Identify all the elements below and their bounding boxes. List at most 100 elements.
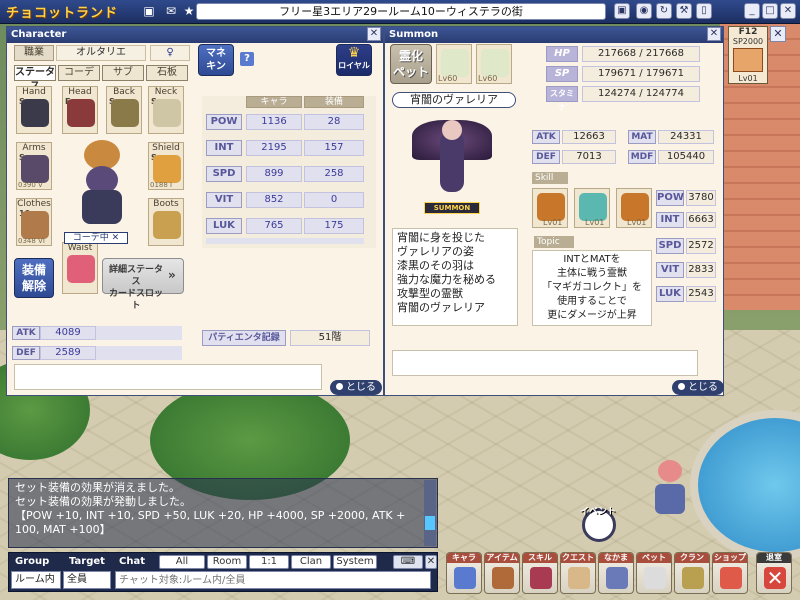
app-logo: チョコットランド (6, 6, 119, 21)
help-icon[interactable]: ✉ (164, 4, 178, 18)
location-title: フリー星3エリア29ールーム10ーウィステラの街 (196, 3, 606, 20)
chat-label: Chat (119, 556, 145, 567)
spirit-pet-button[interactable]: 霊化 ペット (390, 44, 432, 84)
skill-slot-2[interactable]: Lv01 (574, 188, 610, 228)
target-label: Target (69, 556, 105, 567)
character-avatar (72, 140, 132, 226)
close-icon[interactable]: ✕ (112, 233, 120, 243)
tab-status[interactable]: ステータス (14, 65, 56, 92)
chat-line: 【POW +10, INT +10, SPD +50, LUK +20, HP … (15, 509, 406, 522)
menu-pet-label: ペット (637, 553, 671, 563)
chat-input[interactable] (115, 571, 431, 589)
help-icon[interactable]: ? (240, 52, 254, 66)
window-icon[interactable]: ▣ (614, 3, 630, 19)
summon-stat-value-int: 6663 (686, 212, 716, 228)
summon-stat-label-pow: POW (656, 190, 684, 206)
character-message-box (14, 364, 322, 390)
summon-close-button[interactable]: とじる (672, 380, 724, 395)
summon-stat-label-spd: SPD (656, 238, 684, 254)
job-label: 職業 (14, 45, 54, 61)
maximize-icon[interactable]: □ (762, 3, 778, 19)
character-close-icon[interactable]: ✕ (367, 27, 381, 41)
stat-value-pow: 1136 (246, 114, 302, 130)
stamina-value: 124274 / 124774 (582, 86, 700, 102)
menu-character-button[interactable]: キャラ (446, 552, 482, 594)
menu-pet-button[interactable]: ペット (636, 552, 672, 594)
character-close-button[interactable]: とじる (330, 380, 382, 395)
mannequin-button[interactable]: マネ キン (198, 44, 234, 76)
slot-arms[interactable]: Arms S 0390 V (16, 142, 52, 190)
summon-mdf-value: 105440 (658, 150, 714, 164)
stat-equip-pow: 28 (304, 114, 364, 130)
tab-coordinate[interactable]: コーデ (58, 65, 100, 81)
chat-tab-all[interactable]: All (159, 555, 205, 569)
chat-tab-clan[interactable]: Clan (291, 555, 331, 569)
wrench-icon[interactable]: ⚒ (676, 3, 692, 19)
slot-neck[interactable]: Neck S (148, 86, 184, 134)
f12-shortcut-panel[interactable]: F12 SP2000 Lv01 (728, 26, 768, 84)
chat-tab-private[interactable]: 1:1 (249, 555, 289, 569)
slot-hand-label: Hand (22, 87, 46, 97)
crown-icon: ♛ (347, 45, 361, 61)
minimize-icon[interactable]: _ (744, 3, 760, 19)
exit-room-button[interactable]: 退室 ✕ (756, 552, 792, 594)
slot-clothes[interactable]: Clothes 10 0348 VI (16, 198, 52, 246)
summon-stat-value-vit: 2833 (686, 262, 716, 278)
slot-head[interactable]: Head E+ (62, 86, 98, 134)
menu-clan-label: クラン (675, 553, 709, 563)
summon-slot-1[interactable]: Lv60 (436, 44, 472, 84)
close-icon[interactable]: ✕ (780, 3, 796, 19)
royal-button[interactable]: ♛ ロイヤル (336, 44, 372, 76)
atk-value: 4089 (40, 326, 96, 340)
summon-slot-2-level: Lv60 (478, 74, 498, 83)
camera-icon[interactable]: ◉ (636, 3, 652, 19)
chat-close-icon[interactable]: ✕ (425, 555, 437, 569)
weapon-icon (21, 155, 49, 183)
stat-label-pow: POW (206, 114, 242, 130)
slot-back[interactable]: Back S (106, 86, 142, 134)
summon-close-icon[interactable]: ✕ (707, 27, 721, 41)
slot-boots[interactable]: Boots (148, 198, 184, 246)
slot-hand[interactable]: Hand S (16, 86, 52, 134)
star-icon[interactable]: ★ (182, 4, 196, 18)
party-record-label: パティエンタ記録 (202, 330, 286, 346)
stat-value-vit: 852 (246, 192, 302, 208)
summon-slot-1-level: Lv60 (438, 74, 458, 83)
f12-close-button[interactable]: ✕ (770, 26, 786, 42)
summon-slot-2[interactable]: Lv60 (476, 44, 512, 84)
armor-icon (21, 211, 49, 239)
refresh-icon[interactable]: ↻ (656, 3, 672, 19)
menu-item-button[interactable]: アイテム (484, 552, 520, 594)
chat-scrollbar[interactable] (424, 480, 436, 546)
chat-tab-room[interactable]: Room (207, 555, 247, 569)
menu-friends-button[interactable]: なかま (598, 552, 634, 594)
player-character-sprite[interactable] (650, 460, 690, 520)
menu-skill-button[interactable]: スキル (522, 552, 558, 594)
slot-waist[interactable]: Waist (62, 242, 98, 294)
menu-shop-button[interactable]: ショップ (712, 552, 748, 594)
menu-item-label: アイテム (485, 553, 519, 563)
group-select[interactable]: ルーム内 (11, 571, 61, 589)
menu-clan-button[interactable]: クラン (674, 552, 710, 594)
tab-tablet[interactable]: 石板 (146, 65, 188, 81)
summon-atk-label: ATK (532, 130, 560, 144)
description-line: ヴァレリアの姿 (397, 245, 474, 258)
keyboard-icon[interactable]: ⌨ (393, 555, 423, 569)
phone-icon[interactable]: ▯ (696, 3, 712, 19)
gauntlet-icon (21, 99, 49, 127)
slot-head-label: Head (68, 87, 92, 97)
stat-label-luk: LUK (206, 218, 242, 234)
menu-quest-button[interactable]: クエスト (560, 552, 596, 594)
unequip-button[interactable]: 装備 解除 (14, 258, 54, 298)
slot-shield[interactable]: Shield S 0188 I (148, 142, 184, 190)
chat-tab-system[interactable]: System (333, 555, 377, 569)
skill-slot-1[interactable]: Lv01 (532, 188, 568, 228)
topic-line: 主体に戦う霊獣 (557, 268, 627, 279)
info-icon[interactable]: ▣ (142, 4, 156, 18)
tab-sub[interactable]: サブ (102, 65, 144, 81)
stat-divider (206, 238, 364, 244)
chat-scroll-thumb[interactable] (425, 516, 435, 530)
pet-icon (644, 567, 666, 589)
skill-slot-3[interactable]: Lv01 (616, 188, 652, 228)
target-select[interactable]: 全員 (63, 571, 111, 589)
